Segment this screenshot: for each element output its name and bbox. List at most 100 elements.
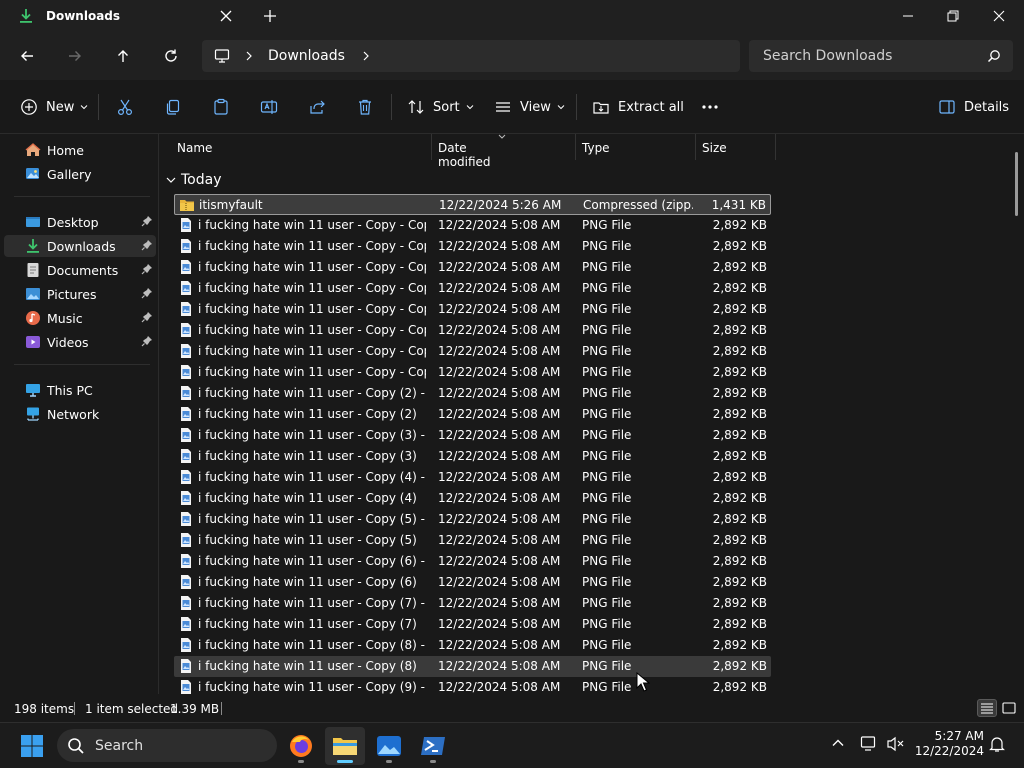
file-row[interactable]: i fucking hate win 11 user - Copy (6) 12/… [174,572,771,593]
file-row[interactable]: i fucking hate win 11 user - Copy (5) 12/… [174,530,771,551]
file-row[interactable]: i fucking hate win 11 user - Copy (7) - … [174,593,771,614]
file-row[interactable]: itismyfault 12/22/2024 5:26 AM Compressed … [174,194,771,215]
volume-muted-icon[interactable] [886,735,906,753]
chevron-right-icon[interactable] [361,51,371,61]
share-button[interactable] [308,95,326,119]
breadcrumb-downloads[interactable]: Downloads [268,48,345,64]
pin-icon[interactable] [141,287,153,301]
file-row[interactable]: i fucking hate win 11 user - Copy - Copy… [174,278,771,299]
scrollbar-thumb[interactable] [1015,152,1018,216]
search-icon[interactable] [987,49,1001,63]
sidebar-item-gallery[interactable]: Gallery [4,163,156,185]
file-row[interactable]: i fucking hate win 11 user - Copy - Copy… [174,236,771,257]
delete-button[interactable] [356,95,374,119]
pin-icon[interactable] [141,263,153,277]
address-bar[interactable]: Downloads [202,40,740,72]
network-tray-icon[interactable] [860,735,880,753]
column-divider[interactable] [575,134,576,160]
details-label: Details [964,99,1010,115]
column-divider[interactable] [775,134,776,160]
copy-button[interactable] [164,95,182,119]
sidebar-item-desktop[interactable]: Desktop [4,211,156,233]
sort-button[interactable]: Sort [407,95,474,119]
sidebar-item-downloads[interactable]: Downloads [4,235,156,257]
taskbar-photos[interactable] [369,727,409,765]
file-row[interactable]: i fucking hate win 11 user - Copy (7) 12/… [174,614,771,635]
file-row[interactable]: i fucking hate win 11 user - Copy (5) - … [174,509,771,530]
tiles-view-icon [1002,702,1016,714]
file-row[interactable]: i fucking hate win 11 user - Copy - Copy… [174,320,771,341]
running-indicator [386,760,392,763]
close-window-button[interactable] [976,0,1022,32]
view-button[interactable]: View [494,95,565,119]
sidebar-item-this-pc[interactable]: This PC [4,379,156,401]
more-options-button[interactable] [700,95,720,119]
start-button[interactable] [20,734,44,758]
up-button[interactable] [111,44,135,68]
sort-label: Sort [433,99,460,115]
details-view-toggle[interactable] [977,699,997,717]
sidebar-item-home[interactable]: Home [4,139,156,161]
chevron-up-icon[interactable] [830,735,846,751]
sidebar-item-music[interactable]: Music [4,307,156,329]
back-button[interactable] [15,44,39,68]
forward-button[interactable] [63,44,87,68]
minimize-button[interactable] [885,0,931,32]
file-row[interactable]: i fucking hate win 11 user - Copy - Copy… [174,362,771,383]
taskbar-file-explorer[interactable] [325,727,365,765]
sidebar-item-pictures[interactable]: Pictures [4,283,156,305]
taskbar-clock[interactable]: 5:27 AM 12/22/2024 [912,729,984,759]
monitor-icon[interactable] [214,48,230,64]
sidebar-item-documents[interactable]: Documents [4,259,156,281]
file-row[interactable]: i fucking hate win 11 user - Copy (3) - … [174,425,771,446]
sidebar-item-network[interactable]: Network [4,403,156,425]
tab-downloads[interactable]: Downloads [8,0,244,32]
chevron-down-icon [165,175,177,185]
file-row[interactable]: i fucking hate win 11 user - Copy (3) 12/… [174,446,771,467]
new-tab-icon[interactable] [262,8,278,24]
pin-icon[interactable] [141,239,153,253]
pin-icon[interactable] [141,215,153,229]
refresh-button[interactable] [159,44,183,68]
file-date: 12/22/2024 5:08 AM [438,344,561,358]
column-divider[interactable] [431,134,432,160]
rename-button[interactable] [260,95,278,119]
extract-all-button[interactable]: Extract all [592,95,684,119]
file-row[interactable]: i fucking hate win 11 user - Copy - Copy… [174,215,771,236]
paste-button[interactable] [212,95,230,119]
cut-button[interactable] [116,95,134,119]
new-button[interactable]: New [20,95,88,119]
file-row[interactable]: i fucking hate win 11 user - Copy (8) - … [174,635,771,656]
scissors-icon [116,98,134,116]
file-date: 12/22/2024 5:08 AM [438,386,561,400]
column-divider[interactable] [695,134,696,160]
details-button[interactable]: Details [938,95,1009,119]
file-row[interactable]: i fucking hate win 11 user - Copy - Copy… [174,257,771,278]
file-row[interactable]: i fucking hate win 11 user - Copy - Copy… [174,299,771,320]
file-row[interactable]: i fucking hate win 11 user - Copy (9) - … [174,677,771,694]
group-header-today[interactable]: Today [165,170,222,190]
search-input[interactable]: Search Downloads [749,40,1013,72]
notification-bell-icon[interactable] [988,735,1006,753]
sidebar-label: Network [47,407,100,422]
file-row[interactable]: i fucking hate win 11 user - Copy (2) - … [174,383,771,404]
sidebar-item-videos[interactable]: Videos [4,331,156,353]
file-row[interactable]: i fucking hate win 11 user - Copy (8) 12/… [174,656,771,677]
close-tab-icon[interactable] [218,8,234,24]
pin-icon[interactable] [141,311,153,325]
restore-button[interactable] [930,0,976,32]
pin-icon[interactable] [141,335,153,349]
file-row[interactable]: i fucking hate win 11 user - Copy (2) 12/… [174,404,771,425]
taskbar-search[interactable]: Search [57,729,277,762]
tiles-view-toggle[interactable] [999,699,1019,717]
file-size: 2,892 KB [712,323,767,337]
divider [98,94,99,120]
file-row[interactable]: i fucking hate win 11 user - Copy - Copy… [174,341,771,362]
chevron-right-icon[interactable] [244,51,254,61]
file-name: i fucking hate win 11 user - Copy (5) - … [198,512,426,526]
taskbar-firefox[interactable] [281,727,321,765]
taskbar-powershell[interactable] [413,727,453,765]
file-row[interactable]: i fucking hate win 11 user - Copy (6) - … [174,551,771,572]
file-row[interactable]: i fucking hate win 11 user - Copy (4) 12/… [174,488,771,509]
file-row[interactable]: i fucking hate win 11 user - Copy (4) - … [174,467,771,488]
